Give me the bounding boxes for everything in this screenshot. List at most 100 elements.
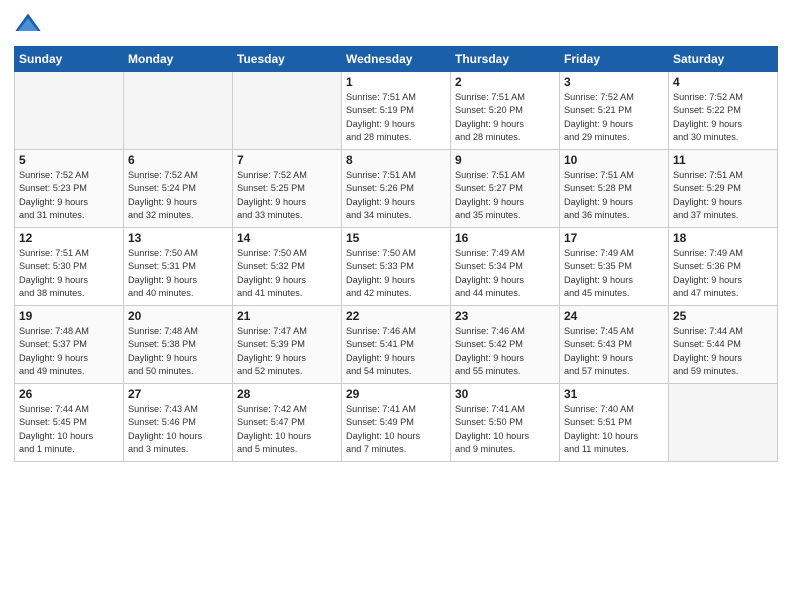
weekday-friday: Friday (560, 47, 669, 72)
day-info: Sunrise: 7:52 AM Sunset: 5:24 PM Dayligh… (128, 169, 228, 222)
day-info: Sunrise: 7:50 AM Sunset: 5:33 PM Dayligh… (346, 247, 446, 300)
calendar-cell (124, 72, 233, 150)
calendar-cell: 14 Sunrise: 7:50 AM Sunset: 5:32 PM Dayli… (233, 228, 342, 306)
calendar-cell: 6 Sunrise: 7:52 AM Sunset: 5:24 PM Daylig… (124, 150, 233, 228)
calendar-cell: 28 Sunrise: 7:42 AM Sunset: 5:47 PM Dayli… (233, 384, 342, 462)
calendar-cell (15, 72, 124, 150)
day-number: 2 (455, 75, 555, 89)
calendar-cell: 23 Sunrise: 7:46 AM Sunset: 5:42 PM Dayli… (451, 306, 560, 384)
day-info: Sunrise: 7:41 AM Sunset: 5:50 PM Dayligh… (455, 403, 555, 456)
calendar-cell: 11 Sunrise: 7:51 AM Sunset: 5:29 PM Dayli… (669, 150, 778, 228)
calendar-cell (233, 72, 342, 150)
day-info: Sunrise: 7:46 AM Sunset: 5:41 PM Dayligh… (346, 325, 446, 378)
day-info: Sunrise: 7:51 AM Sunset: 5:19 PM Dayligh… (346, 91, 446, 144)
calendar-cell: 17Sunrise: 7:49 AM Sunset: 5:35 PM Dayli… (560, 228, 669, 306)
calendar-cell: 29 Sunrise: 7:41 AM Sunset: 5:49 PM Dayli… (342, 384, 451, 462)
day-number: 15 (346, 231, 446, 245)
calendar-cell: 18 Sunrise: 7:49 AM Sunset: 5:36 PM Dayli… (669, 228, 778, 306)
day-number: 16 (455, 231, 555, 245)
day-info: Sunrise: 7:52 AM Sunset: 5:21 PM Dayligh… (564, 91, 664, 144)
calendar-cell: 4 Sunrise: 7:52 AM Sunset: 5:22 PM Daylig… (669, 72, 778, 150)
calendar-cell: 20Sunrise: 7:48 AM Sunset: 5:38 PM Dayli… (124, 306, 233, 384)
calendar-cell: 2 Sunrise: 7:51 AM Sunset: 5:20 PM Daylig… (451, 72, 560, 150)
calendar-cell: 26 Sunrise: 7:44 AM Sunset: 5:45 PM Dayli… (15, 384, 124, 462)
calendar-cell: 25 Sunrise: 7:44 AM Sunset: 5:44 PM Dayli… (669, 306, 778, 384)
calendar-cell: 13Sunrise: 7:50 AM Sunset: 5:31 PM Dayli… (124, 228, 233, 306)
day-info: Sunrise: 7:51 AM Sunset: 5:20 PM Dayligh… (455, 91, 555, 144)
day-number: 21 (237, 309, 337, 323)
day-info: Sunrise: 7:40 AM Sunset: 5:51 PM Dayligh… (564, 403, 664, 456)
day-number: 9 (455, 153, 555, 167)
day-number: 26 (19, 387, 119, 401)
calendar-cell (669, 384, 778, 462)
day-number: 24 (564, 309, 664, 323)
day-number: 23 (455, 309, 555, 323)
day-number: 30 (455, 387, 555, 401)
calendar-cell: 12 Sunrise: 7:51 AM Sunset: 5:30 PM Dayli… (15, 228, 124, 306)
day-number: 27 (128, 387, 228, 401)
day-number: 28 (237, 387, 337, 401)
calendar-cell: 8Sunrise: 7:51 AM Sunset: 5:26 PM Daylig… (342, 150, 451, 228)
day-info: Sunrise: 7:51 AM Sunset: 5:30 PM Dayligh… (19, 247, 119, 300)
day-number: 13 (128, 231, 228, 245)
day-info: Sunrise: 7:51 AM Sunset: 5:28 PM Dayligh… (564, 169, 664, 222)
day-info: Sunrise: 7:44 AM Sunset: 5:45 PM Dayligh… (19, 403, 119, 456)
calendar-cell: 30 Sunrise: 7:41 AM Sunset: 5:50 PM Dayli… (451, 384, 560, 462)
day-info: Sunrise: 7:48 AM Sunset: 5:38 PM Dayligh… (128, 325, 228, 378)
week-row-2: 12 Sunrise: 7:51 AM Sunset: 5:30 PM Dayli… (15, 228, 778, 306)
day-info: Sunrise: 7:52 AM Sunset: 5:25 PM Dayligh… (237, 169, 337, 222)
day-number: 6 (128, 153, 228, 167)
week-row-3: 19 Sunrise: 7:48 AM Sunset: 5:37 PM Dayli… (15, 306, 778, 384)
day-info: Sunrise: 7:48 AM Sunset: 5:37 PM Dayligh… (19, 325, 119, 378)
day-info: Sunrise: 7:45 AM Sunset: 5:43 PM Dayligh… (564, 325, 664, 378)
calendar-cell: 3 Sunrise: 7:52 AM Sunset: 5:21 PM Daylig… (560, 72, 669, 150)
day-info: Sunrise: 7:49 AM Sunset: 5:35 PM Dayligh… (564, 247, 664, 300)
day-number: 7 (237, 153, 337, 167)
calendar-cell: 10 Sunrise: 7:51 AM Sunset: 5:28 PM Dayli… (560, 150, 669, 228)
day-number: 8 (346, 153, 446, 167)
day-number: 10 (564, 153, 664, 167)
calendar-cell: 19 Sunrise: 7:48 AM Sunset: 5:37 PM Dayli… (15, 306, 124, 384)
day-info: Sunrise: 7:47 AM Sunset: 5:39 PM Dayligh… (237, 325, 337, 378)
day-info: Sunrise: 7:49 AM Sunset: 5:36 PM Dayligh… (673, 247, 773, 300)
logo-icon (14, 10, 42, 38)
day-number: 25 (673, 309, 773, 323)
day-info: Sunrise: 7:52 AM Sunset: 5:22 PM Dayligh… (673, 91, 773, 144)
weekday-sunday: Sunday (15, 47, 124, 72)
weekday-saturday: Saturday (669, 47, 778, 72)
day-info: Sunrise: 7:51 AM Sunset: 5:27 PM Dayligh… (455, 169, 555, 222)
page: SundayMondayTuesdayWednesdayThursdayFrid… (0, 0, 792, 612)
calendar-cell: 27 Sunrise: 7:43 AM Sunset: 5:46 PM Dayli… (124, 384, 233, 462)
day-number: 29 (346, 387, 446, 401)
day-info: Sunrise: 7:43 AM Sunset: 5:46 PM Dayligh… (128, 403, 228, 456)
weekday-tuesday: Tuesday (233, 47, 342, 72)
calendar-cell: 24 Sunrise: 7:45 AM Sunset: 5:43 PM Dayli… (560, 306, 669, 384)
calendar-cell: 16 Sunrise: 7:49 AM Sunset: 5:34 PM Dayli… (451, 228, 560, 306)
weekday-monday: Monday (124, 47, 233, 72)
day-number: 31 (564, 387, 664, 401)
day-info: Sunrise: 7:44 AM Sunset: 5:44 PM Dayligh… (673, 325, 773, 378)
day-info: Sunrise: 7:42 AM Sunset: 5:47 PM Dayligh… (237, 403, 337, 456)
calendar-cell: 21 Sunrise: 7:47 AM Sunset: 5:39 PM Dayli… (233, 306, 342, 384)
day-number: 4 (673, 75, 773, 89)
calendar-cell: 7 Sunrise: 7:52 AM Sunset: 5:25 PM Daylig… (233, 150, 342, 228)
day-info: Sunrise: 7:50 AM Sunset: 5:32 PM Dayligh… (237, 247, 337, 300)
day-number: 14 (237, 231, 337, 245)
day-number: 18 (673, 231, 773, 245)
day-info: Sunrise: 7:46 AM Sunset: 5:42 PM Dayligh… (455, 325, 555, 378)
weekday-header-row: SundayMondayTuesdayWednesdayThursdayFrid… (15, 47, 778, 72)
day-number: 3 (564, 75, 664, 89)
calendar-cell: 5 Sunrise: 7:52 AM Sunset: 5:23 PM Daylig… (15, 150, 124, 228)
day-info: Sunrise: 7:41 AM Sunset: 5:49 PM Dayligh… (346, 403, 446, 456)
day-number: 19 (19, 309, 119, 323)
weekday-thursday: Thursday (451, 47, 560, 72)
week-row-0: 1 Sunrise: 7:51 AM Sunset: 5:19 PM Daylig… (15, 72, 778, 150)
day-number: 1 (346, 75, 446, 89)
logo (14, 10, 46, 38)
day-number: 5 (19, 153, 119, 167)
day-info: Sunrise: 7:51 AM Sunset: 5:29 PM Dayligh… (673, 169, 773, 222)
day-number: 12 (19, 231, 119, 245)
day-info: Sunrise: 7:49 AM Sunset: 5:34 PM Dayligh… (455, 247, 555, 300)
day-info: Sunrise: 7:52 AM Sunset: 5:23 PM Dayligh… (19, 169, 119, 222)
day-number: 11 (673, 153, 773, 167)
